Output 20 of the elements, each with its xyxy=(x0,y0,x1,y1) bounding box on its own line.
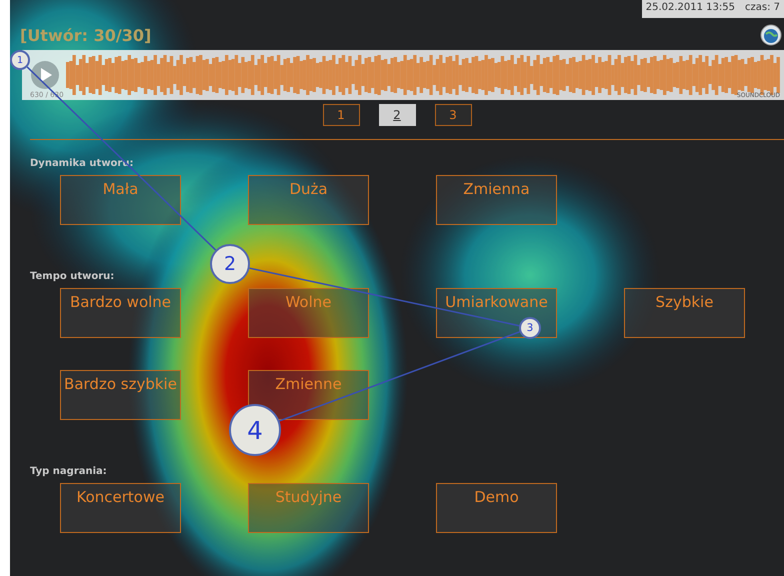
option-button[interactable]: Mała xyxy=(60,175,181,225)
timer: czas: 7 xyxy=(745,2,780,15)
section-label: Typ nagrania: xyxy=(30,466,108,477)
track-title: [Utwór: 30/30] xyxy=(20,26,152,44)
page-button[interactable]: 2 xyxy=(378,104,416,126)
page-button[interactable]: 1 xyxy=(322,104,360,126)
page-button[interactable]: 3 xyxy=(434,104,472,126)
option-button[interactable]: Zmienna xyxy=(436,175,557,225)
globe-icon[interactable] xyxy=(760,24,782,46)
option-button[interactable]: Demo xyxy=(436,483,557,533)
section-label: Dynamika utworu: xyxy=(30,158,134,169)
option-button[interactable]: Bardzo wolne xyxy=(60,288,181,338)
play-icon[interactable] xyxy=(30,60,60,90)
timestamp: 25.02.2011 13:55 xyxy=(646,2,735,15)
option-button[interactable]: Wolne xyxy=(248,288,369,338)
option-button[interactable]: Szybkie xyxy=(624,288,745,338)
option-button[interactable]: Duża xyxy=(248,175,369,225)
section-label: Tempo utworu: xyxy=(30,271,116,282)
option-button[interactable]: Koncertowe xyxy=(60,483,181,533)
option-button[interactable]: Bardzo szybkie xyxy=(60,370,181,420)
